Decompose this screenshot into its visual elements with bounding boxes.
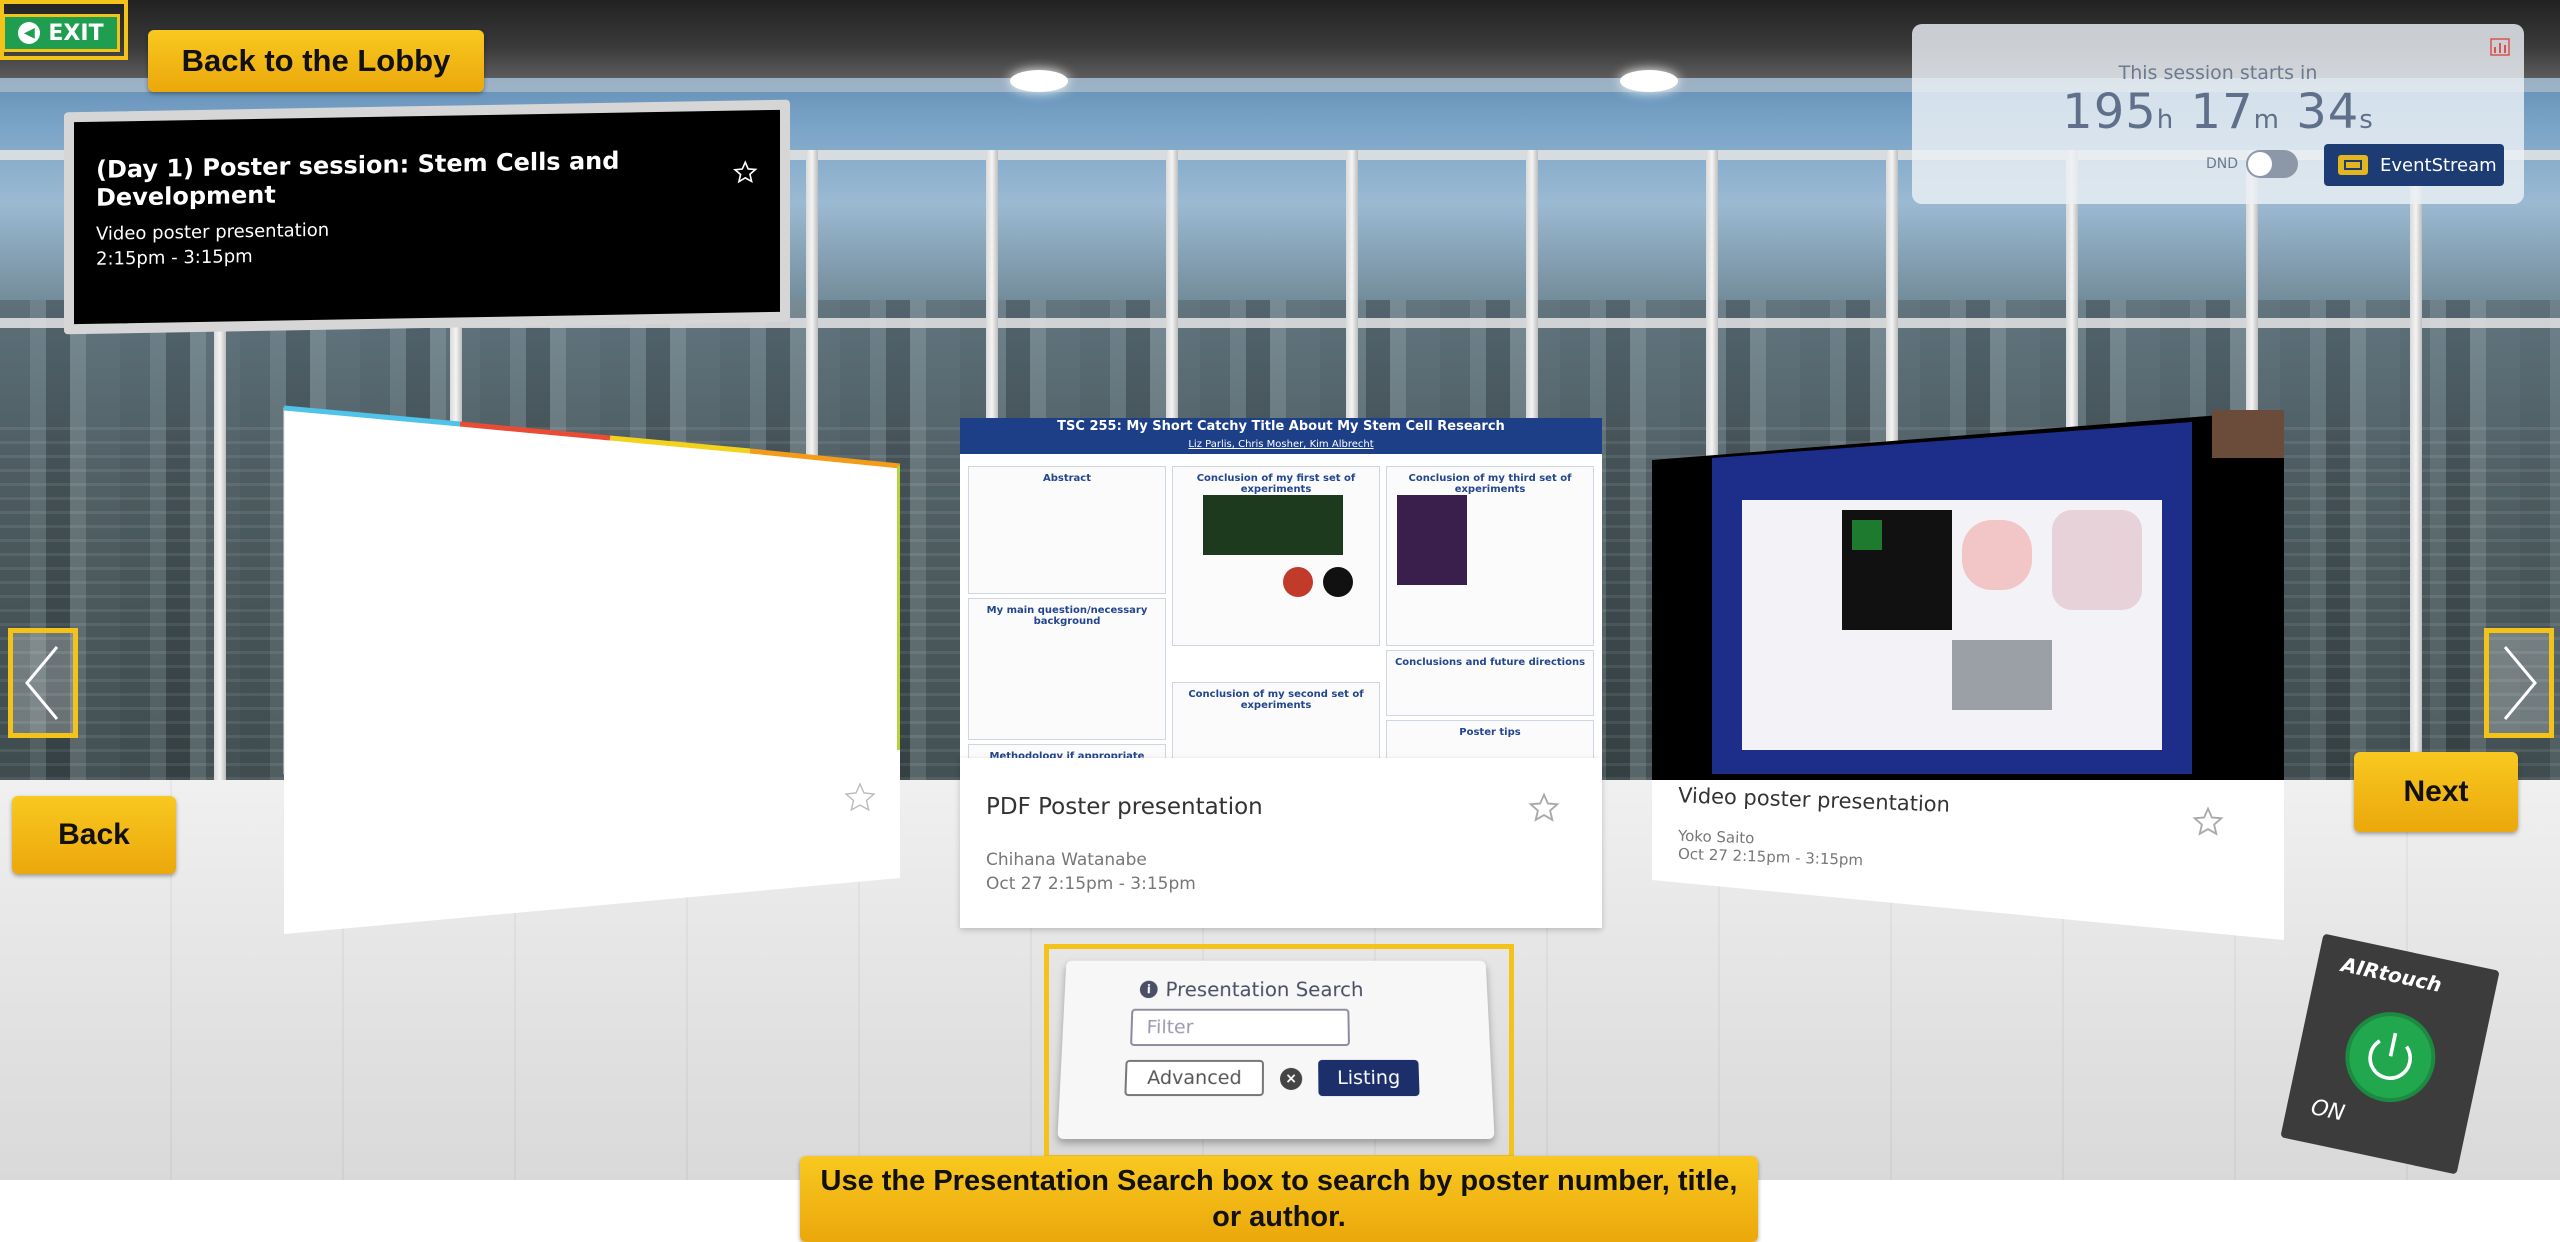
micrograph-thumbnail xyxy=(1397,495,1467,585)
poster-authors: Liz Parlis, Chris Mosher, Kim Albrecht xyxy=(1188,439,1374,450)
poster-stand-center[interactable]: TSC 255: My Short Catchy Title About My … xyxy=(960,418,1602,928)
poster-card-footer: PDF Poster presentation Chihana Watanabe… xyxy=(960,758,1602,928)
chart-icon[interactable] xyxy=(2490,38,2510,56)
search-title-row: i Presentation Search xyxy=(1139,977,1364,1001)
poster-panel: My main question/necessary background xyxy=(968,598,1166,740)
presenter-video xyxy=(2212,410,2284,458)
next-tip: Next xyxy=(2354,752,2518,832)
listing-button[interactable]: Listing xyxy=(1318,1059,1420,1097)
ceiling-light xyxy=(1010,70,1068,92)
poster-date: Oct 27 2:15pm - 3:15pm xyxy=(986,874,1196,894)
exit-button[interactable]: ◀ EXIT xyxy=(2,14,120,52)
poster-heading-bar: TSC 255: My Short Catchy Title About My … xyxy=(960,418,1602,454)
poster-card-footer xyxy=(284,750,900,934)
pie-chart-thumbnail xyxy=(1283,567,1313,597)
ceiling-light xyxy=(1620,70,1678,92)
search-title: Presentation Search xyxy=(1165,977,1364,1001)
next-arrow-button[interactable] xyxy=(2484,628,2554,738)
session-countdown-panel: This session starts in 195h 17m 34s DND … xyxy=(1912,24,2524,204)
brain-section-thumbnail xyxy=(1962,520,2032,590)
favorite-star-icon[interactable] xyxy=(2192,806,2224,838)
power-button[interactable] xyxy=(2336,1003,2444,1111)
countdown-hours: 195 xyxy=(2062,84,2157,140)
clear-icon[interactable]: × xyxy=(1280,1067,1303,1091)
poster-panel: Conclusions and future directions xyxy=(1386,650,1594,716)
back-to-lobby-tip: Back to the Lobby xyxy=(148,30,484,92)
minutes-unit: m xyxy=(2253,105,2280,135)
toggle-knob xyxy=(2248,152,2272,176)
exit-label: EXIT xyxy=(48,20,104,46)
poster-panel: Conclusion of my third set of experiment… xyxy=(1386,466,1594,646)
favorite-star-icon[interactable] xyxy=(1528,792,1560,824)
previous-arrow-button[interactable] xyxy=(8,628,78,738)
panel-title: Poster tips xyxy=(1459,727,1521,738)
dnd-label: DND xyxy=(2206,156,2239,172)
panel-title: Conclusions and future directions xyxy=(1394,657,1586,668)
pdf-poster-image: TSC 255: My Short Catchy Title About My … xyxy=(960,418,1602,788)
pie-chart-thumbnail xyxy=(1323,567,1353,597)
session-signboard: (Day 1) Poster session: Stem Cells and D… xyxy=(64,99,790,335)
poster-title: PDF Poster presentation xyxy=(986,794,1263,820)
power-icon xyxy=(2368,1032,2412,1080)
panel-title: My main question/necessary background xyxy=(986,605,1148,627)
eventstream-button[interactable]: EventStream xyxy=(2324,144,2504,186)
back-tip: Back xyxy=(12,796,176,874)
poster-stand-left[interactable] xyxy=(280,404,900,944)
presentation-search-box: i Presentation Search Filter Advanced × … xyxy=(1057,960,1495,1140)
micrograph-cell xyxy=(1852,520,1882,550)
chevron-right-icon xyxy=(2503,646,2537,720)
panel-title: Conclusion of my first set of experiment… xyxy=(1196,473,1356,495)
countdown-seconds: 34 xyxy=(2296,84,2360,140)
chevron-left-icon xyxy=(25,646,59,720)
micrograph-thumbnail xyxy=(1203,495,1343,555)
search-filter-input[interactable]: Filter xyxy=(1130,1008,1350,1047)
airtouch-state: ON xyxy=(2308,1095,2347,1127)
poster-panel: Conclusion of my first set of experiment… xyxy=(1172,466,1380,646)
poster-stand-right[interactable]: Video poster presentation Yoko Saito Oct… xyxy=(1652,410,2284,940)
poster-heading: TSC 255: My Short Catchy Title About My … xyxy=(1057,419,1505,434)
micrograph-thumbnail xyxy=(1952,640,2052,710)
seconds-unit: s xyxy=(2359,105,2374,135)
hours-unit: h xyxy=(2156,105,2175,135)
eventstream-label: EventStream xyxy=(2380,154,2497,176)
session-title: (Day 1) Poster session: Stem Cells and D… xyxy=(96,146,620,212)
poster-panel: Abstract xyxy=(968,466,1166,594)
dnd-toggle[interactable] xyxy=(2246,150,2298,178)
countdown-time: 195h 17m 34s xyxy=(1912,84,2524,140)
panel-title: Conclusion of my second set of experimen… xyxy=(1188,689,1364,711)
countdown-label: This session starts in xyxy=(2118,62,2318,84)
search-tip: Use the Presentation Search box to searc… xyxy=(800,1156,1758,1242)
eventstream-icon xyxy=(2338,155,2368,175)
panel-title: Conclusion of my third set of experiment… xyxy=(1408,473,1572,495)
airtouch-label: AIRtouch xyxy=(2339,952,2444,997)
info-icon[interactable]: i xyxy=(1139,980,1158,999)
advanced-button[interactable]: Advanced xyxy=(1124,1059,1264,1097)
window-mullion xyxy=(2410,150,2422,810)
poster-author: Chihana Watanabe xyxy=(986,850,1147,870)
panel-title: Abstract xyxy=(1042,473,1092,484)
diagram-thumbnail xyxy=(2052,510,2142,610)
favorite-star-icon[interactable] xyxy=(733,158,758,186)
session-title-row: (Day 1) Poster session: Stem Cells and D… xyxy=(96,144,758,212)
back-arrow-icon: ◀ xyxy=(18,22,41,44)
countdown-minutes: 17 xyxy=(2190,84,2254,140)
